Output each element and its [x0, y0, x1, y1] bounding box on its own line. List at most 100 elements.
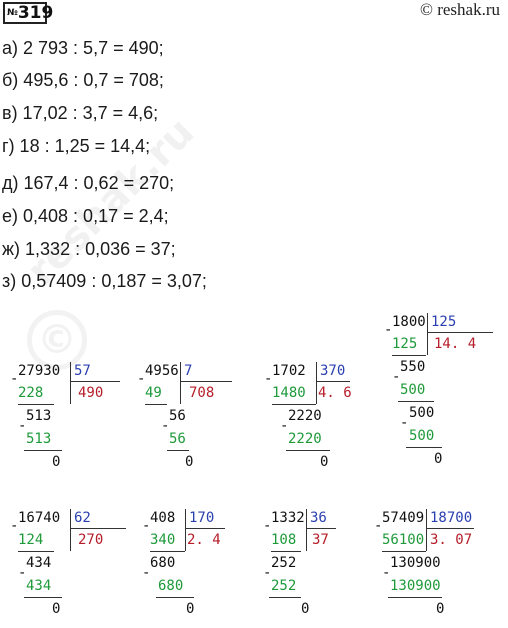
step-product: 513 [26, 431, 52, 447]
step-line [286, 450, 330, 451]
divisor: 62 [74, 510, 91, 526]
division-bar [70, 362, 71, 404]
division-bar [426, 509, 427, 551]
quotient-line [70, 528, 126, 529]
division-bar [185, 509, 186, 551]
quotient: 3. 07 [430, 532, 473, 548]
step-remainder: 500 [409, 405, 435, 421]
site-credit: © reshak.ru [420, 0, 500, 19]
step-line [156, 597, 194, 598]
step-remainder: 434 [26, 555, 52, 571]
step-product: 130900 [390, 578, 441, 594]
quotient-line [185, 528, 225, 529]
step-remainder: 680 [150, 555, 176, 571]
step-remainder: 550 [400, 359, 426, 375]
quotient: 37 [312, 532, 329, 548]
divisor: 57 [74, 363, 91, 379]
dividend: 57409 [382, 510, 425, 526]
step-product: 340 [150, 532, 176, 548]
step-product: 680 [158, 578, 184, 594]
step-line [18, 404, 54, 405]
divisor: 18700 [430, 510, 473, 526]
step-line [406, 447, 442, 448]
final-remainder: 0 [320, 454, 329, 470]
divisor: 36 [310, 510, 327, 526]
final-remainder: 0 [434, 451, 443, 467]
step-remainder: 130900 [390, 555, 441, 571]
dividend: 16740 [18, 510, 61, 526]
step-remainder: 56 [169, 408, 186, 424]
step-product: 1480 [272, 385, 306, 401]
dividend: 4956 [145, 363, 179, 379]
quotient: 708 [189, 385, 215, 401]
step-product: 2220 [288, 431, 322, 447]
division-bar [306, 509, 307, 551]
divisor: 125 [431, 314, 457, 330]
step-line [145, 404, 167, 405]
divisor: 370 [320, 363, 346, 379]
quotient-line [70, 381, 120, 382]
quotient: 490 [78, 385, 104, 401]
quotient-line [306, 528, 336, 529]
step-product: 500 [409, 428, 435, 444]
step-line [392, 355, 426, 356]
quotient-line [180, 381, 232, 382]
step-product: 252 [271, 578, 297, 594]
step-product: 49 [145, 385, 162, 401]
final-remainder: 0 [52, 454, 61, 470]
step-line [24, 597, 62, 598]
quotient-line [427, 332, 493, 333]
step-line [388, 597, 442, 598]
division-bar [427, 313, 428, 355]
step-line [269, 597, 301, 598]
final-remainder: 0 [52, 601, 61, 617]
minus-sign: - [142, 565, 151, 581]
number-sign: № [7, 8, 18, 18]
step-product: 434 [26, 578, 52, 594]
minus-sign: - [400, 415, 409, 431]
step-remainder: 252 [271, 555, 297, 571]
step-product: 108 [271, 532, 297, 548]
dividend: 408 [150, 510, 176, 526]
step-product: 56100 [382, 532, 425, 548]
dividend: 1800 [392, 314, 426, 330]
dividend: 1332 [271, 510, 305, 526]
step-line [398, 401, 434, 402]
step-product: 500 [400, 382, 426, 398]
step-product: 56 [169, 431, 186, 447]
step-line [24, 450, 62, 451]
step-line [382, 551, 426, 552]
quotient-line [316, 381, 350, 382]
final-remainder: 0 [185, 454, 194, 470]
quotient: 2. 4 [187, 532, 221, 548]
quotient: 14. 4 [434, 336, 477, 352]
division-bar [70, 509, 71, 551]
equation-a: а) 2 793 : 5,7 = 490; [2, 38, 164, 58]
equation-v: в) 17,02 : 3,7 = 4,6; [2, 103, 159, 123]
final-remainder: 0 [436, 601, 445, 617]
step-remainder: 2220 [288, 408, 322, 424]
problem-number: 319 [17, 3, 54, 23]
step-product: 228 [18, 385, 44, 401]
quotient-line [426, 528, 474, 529]
final-remainder: 0 [186, 601, 195, 617]
step-line [150, 551, 185, 552]
dividend: 1702 [272, 363, 306, 379]
dividend: 27930 [18, 363, 61, 379]
step-line [167, 450, 189, 451]
step-product: 125 [392, 336, 418, 352]
division-bar [316, 362, 317, 404]
division-bar [180, 362, 181, 404]
equation-b: б) 495,6 : 0,7 = 708; [2, 70, 164, 90]
quotient: 4. 6 [318, 385, 352, 401]
step-line [18, 551, 54, 552]
copyright-watermark-icon: © [27, 310, 87, 370]
divisor: 7 [184, 363, 193, 379]
quotient: 270 [78, 532, 104, 548]
divisor: 170 [189, 510, 215, 526]
problem-number-badge: №319 [3, 2, 53, 24]
final-remainder: 0 [301, 601, 310, 617]
step-product: 124 [18, 532, 44, 548]
step-line [272, 404, 316, 405]
step-remainder: 513 [26, 408, 52, 424]
